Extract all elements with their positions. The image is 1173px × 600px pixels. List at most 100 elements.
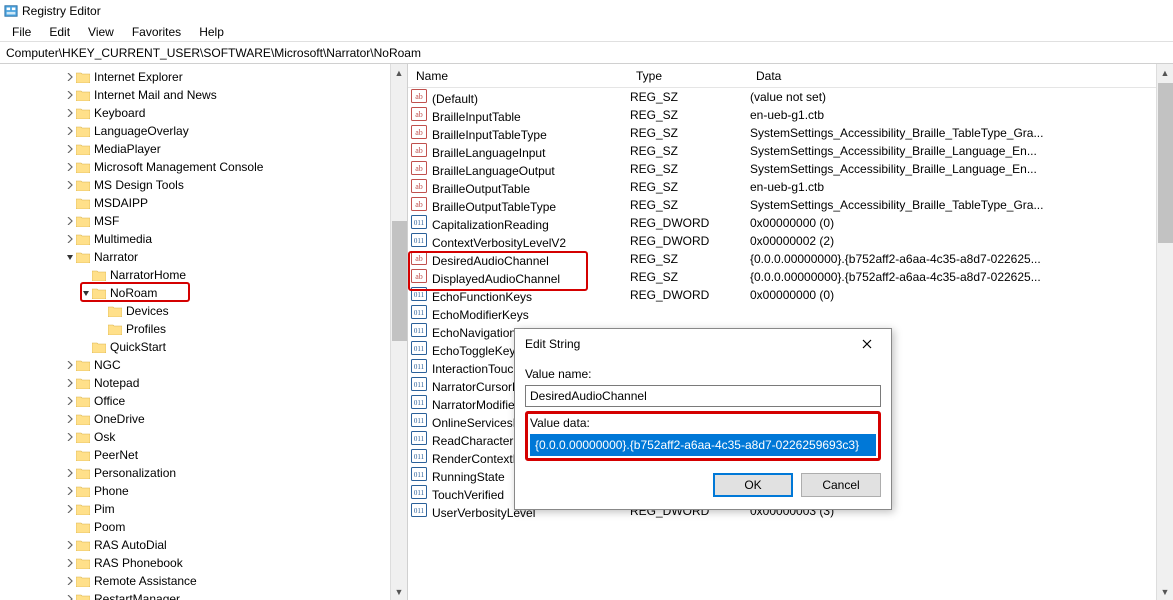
chevron-right-icon[interactable] [64, 377, 76, 389]
value-row[interactable]: abBrailleInputTableTypeREG_SZSystemSetti… [408, 124, 1173, 142]
tree-item[interactable]: Internet Explorer [0, 68, 407, 86]
dialog-close-button[interactable] [847, 330, 887, 358]
scroll-down-icon[interactable]: ▼ [395, 583, 404, 600]
tree-item[interactable]: Internet Mail and News [0, 86, 407, 104]
value-row[interactable]: abBrailleLanguageOutputREG_SZSystemSetti… [408, 160, 1173, 178]
menu-help[interactable]: Help [191, 23, 232, 41]
tree-item[interactable]: Remote Assistance [0, 572, 407, 590]
scroll-down-icon[interactable]: ▼ [1161, 583, 1170, 600]
folder-icon [76, 359, 90, 371]
list-scrollbar-thumb[interactable] [1158, 83, 1173, 243]
menu-file[interactable]: File [4, 23, 39, 41]
value-row[interactable]: ab(Default)REG_SZ(value not set) [408, 88, 1173, 106]
value-row[interactable]: abDisplayedAudioChannelREG_SZ{0.0.0.0000… [408, 268, 1173, 286]
tree-scrollbar[interactable]: ▲▼ [390, 64, 407, 600]
address-bar[interactable]: Computer\HKEY_CURRENT_USER\SOFTWARE\Micr… [0, 42, 1173, 64]
valuename-label: Value name: [525, 367, 881, 381]
tree-item[interactable]: RestartManager [0, 590, 407, 600]
chevron-right-icon[interactable] [64, 179, 76, 191]
chevron-right-icon[interactable] [64, 503, 76, 515]
tree-item[interactable]: MS Design Tools [0, 176, 407, 194]
chevron-down-icon[interactable] [80, 287, 92, 299]
chevron-right-icon[interactable] [64, 575, 76, 587]
tree-item[interactable]: PeerNet [0, 446, 407, 464]
menu-favorites[interactable]: Favorites [124, 23, 189, 41]
value-row[interactable]: abDesiredAudioChannelREG_SZ{0.0.0.000000… [408, 250, 1173, 268]
tree-item[interactable]: Pim [0, 500, 407, 518]
tree-item[interactable]: Office [0, 392, 407, 410]
chevron-right-icon[interactable] [64, 431, 76, 443]
value-type: REG_DWORD [630, 216, 750, 230]
tree-item[interactable]: RAS Phonebook [0, 554, 407, 572]
chevron-right-icon[interactable] [64, 593, 76, 600]
tree-item[interactable]: Profiles [0, 320, 407, 338]
chevron-right-icon[interactable] [64, 161, 76, 173]
value-row[interactable]: abBrailleOutputTableREG_SZen-ueb-g1.ctb [408, 178, 1173, 196]
tree-item[interactable]: NarratorHome [0, 266, 407, 284]
tree-item[interactable]: Devices [0, 302, 407, 320]
chevron-down-icon[interactable] [64, 251, 76, 263]
value-row[interactable]: 011CapitalizationReadingREG_DWORD0x00000… [408, 214, 1173, 232]
chevron-right-icon[interactable] [64, 89, 76, 101]
scroll-up-icon[interactable]: ▲ [1161, 64, 1170, 81]
tree-item[interactable]: LanguageOverlay [0, 122, 407, 140]
dialog-titlebar[interactable]: Edit String [515, 329, 891, 359]
chevron-right-icon[interactable] [64, 233, 76, 245]
menu-view[interactable]: View [80, 23, 122, 41]
chevron-right-icon[interactable] [64, 71, 76, 83]
valuedata-highlight: Value data: [525, 411, 881, 461]
chevron-right-icon[interactable] [64, 215, 76, 227]
chevron-right-icon[interactable] [64, 107, 76, 119]
menubar: File Edit View Favorites Help [0, 22, 1173, 42]
folder-icon [76, 233, 90, 245]
tree-item[interactable]: MSF [0, 212, 407, 230]
valuedata-label: Value data: [530, 416, 876, 430]
tree-item[interactable]: NGC [0, 356, 407, 374]
registry-tree[interactable]: Internet ExplorerInternet Mail and NewsK… [0, 64, 408, 600]
tree-item[interactable]: Multimedia [0, 230, 407, 248]
chevron-right-icon[interactable] [64, 359, 76, 371]
value-row[interactable]: 011EchoModifierKeys [408, 304, 1173, 322]
tree-item[interactable]: Osk [0, 428, 407, 446]
value-row[interactable]: abBrailleInputTableREG_SZen-ueb-g1.ctb [408, 106, 1173, 124]
tree-item[interactable]: QuickStart [0, 338, 407, 356]
chevron-right-icon[interactable] [64, 125, 76, 137]
menu-edit[interactable]: Edit [41, 23, 78, 41]
tree-item[interactable]: MSDAIPP [0, 194, 407, 212]
tree-item[interactable]: OneDrive [0, 410, 407, 428]
list-scrollbar[interactable]: ▲ ▼ [1156, 64, 1173, 600]
tree-item[interactable]: NoRoam [0, 284, 407, 302]
value-row[interactable]: 011EchoFunctionKeysREG_DWORD0x00000000 (… [408, 286, 1173, 304]
value-row[interactable]: abBrailleOutputTableTypeREG_SZSystemSett… [408, 196, 1173, 214]
col-header-name[interactable]: Name [408, 69, 628, 83]
dword-value-icon: 011 [410, 430, 428, 446]
chevron-right-icon[interactable] [64, 539, 76, 551]
valuedata-input[interactable] [530, 434, 876, 456]
chevron-right-icon[interactable] [64, 557, 76, 569]
tree-item[interactable]: RAS AutoDial [0, 536, 407, 554]
value-row[interactable]: 011ContextVerbosityLevelV2REG_DWORD0x000… [408, 232, 1173, 250]
tree-item[interactable]: Poom [0, 518, 407, 536]
chevron-right-icon[interactable] [64, 395, 76, 407]
chevron-right-icon[interactable] [64, 485, 76, 497]
col-header-data[interactable]: Data [748, 69, 1173, 83]
value-type: REG_SZ [630, 108, 750, 122]
tree-item[interactable]: Personalization [0, 464, 407, 482]
chevron-right-icon[interactable] [64, 143, 76, 155]
value-row[interactable]: abBrailleLanguageInputREG_SZSystemSettin… [408, 142, 1173, 160]
ok-button[interactable]: OK [713, 473, 793, 497]
svg-text:ab: ab [415, 272, 423, 281]
col-header-type[interactable]: Type [628, 69, 748, 83]
tree-item[interactable]: Phone [0, 482, 407, 500]
tree-scrollbar-thumb[interactable] [392, 221, 407, 341]
scroll-up-icon[interactable]: ▲ [395, 64, 404, 81]
chevron-right-icon[interactable] [64, 467, 76, 479]
valuename-input[interactable] [525, 385, 881, 407]
tree-item[interactable]: Keyboard [0, 104, 407, 122]
tree-item[interactable]: Notepad [0, 374, 407, 392]
chevron-right-icon[interactable] [64, 413, 76, 425]
tree-item[interactable]: Narrator [0, 248, 407, 266]
tree-item[interactable]: MediaPlayer [0, 140, 407, 158]
tree-item[interactable]: Microsoft Management Console [0, 158, 407, 176]
cancel-button[interactable]: Cancel [801, 473, 881, 497]
